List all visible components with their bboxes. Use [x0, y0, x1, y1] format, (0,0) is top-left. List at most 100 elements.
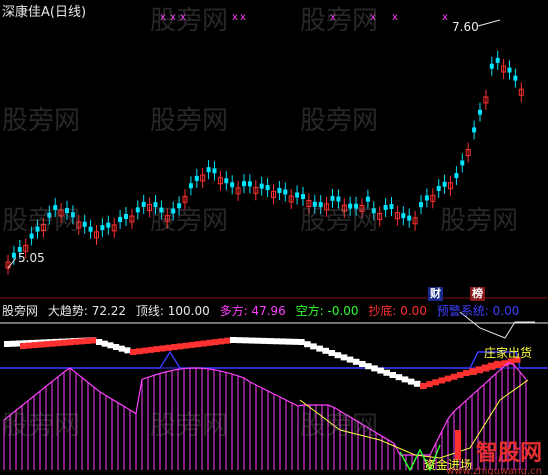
- trend-ribbon-red: [147, 346, 155, 353]
- candle-body-down: [277, 188, 282, 194]
- watermark-1: 股旁网: [2, 106, 81, 136]
- candle-body-down: [295, 192, 300, 198]
- bang-tag[interactable]: 榜: [470, 287, 485, 301]
- top-marker: x: [392, 12, 398, 23]
- trend-ribbon-white: [248, 337, 256, 344]
- stock-chart-window: { "title": "深康佳A(日线)", "price_high_label…: [0, 0, 548, 475]
- trend-ribbon-white: [285, 338, 293, 345]
- candle-body-down: [135, 207, 140, 213]
- candle-body-down: [141, 201, 146, 207]
- trend-ribbon-white: [371, 365, 378, 372]
- trend-ribbon-white: [328, 350, 336, 356]
- candle-body-down: [383, 204, 388, 210]
- trend-ribbon-red: [495, 362, 502, 368]
- trend-ribbon-white: [298, 339, 305, 345]
- trend-ribbon-white: [260, 337, 268, 344]
- watermark-10: 股旁网: [2, 411, 81, 441]
- candle-body-down: [301, 194, 305, 200]
- watermark-3: 股旁网: [300, 6, 379, 36]
- trend-ribbon-white: [310, 343, 317, 350]
- trend-ribbon-red: [444, 375, 452, 382]
- candle-body-down: [259, 183, 264, 189]
- candle-body-down: [442, 181, 447, 187]
- chart-canvas: xxxxxxxxx: [0, 12, 548, 472]
- candle-body-down: [124, 213, 128, 219]
- top-line-value: 顶线: 100.00: [135, 304, 210, 318]
- trend-ribbon-red: [171, 344, 178, 351]
- trend-ribbon-red: [182, 342, 190, 349]
- trend-ribbon-red: [60, 339, 68, 346]
- short-value: 空方: -0.00: [295, 304, 359, 318]
- trend-ribbon-white: [101, 340, 108, 347]
- trend-ribbon-red: [426, 381, 433, 388]
- candle-body-down: [212, 168, 217, 174]
- trend-ribbon-white: [340, 354, 348, 361]
- low-pointer-line: [7, 257, 17, 269]
- candle-body-down: [436, 185, 441, 191]
- top-marker: x: [442, 12, 448, 23]
- trend-ribbon-red: [194, 341, 202, 348]
- candle-body-down: [472, 127, 477, 133]
- trend-ribbon-white: [395, 374, 403, 381]
- price-low-label: 5.05: [18, 251, 45, 265]
- trend-ribbon-red: [20, 343, 27, 349]
- trend-ribbon-white: [383, 369, 390, 376]
- trend-ribbon-white: [334, 352, 342, 359]
- trend-ribbon-red: [141, 347, 149, 354]
- trend-ribbon-white: [401, 376, 409, 383]
- price-high-label: 7.60: [452, 20, 479, 34]
- watermark-5: 股旁网: [300, 106, 379, 136]
- watermark-4: 股旁网: [150, 106, 229, 136]
- trend-ribbon-red: [470, 369, 477, 375]
- candle-body-down: [265, 185, 270, 191]
- candle-body-down: [454, 173, 459, 179]
- trend-ribbon-red: [78, 338, 85, 345]
- trend-ribbon-white: [352, 358, 360, 365]
- trend-ribbon-red: [482, 365, 490, 372]
- trend-ribbon-red: [135, 348, 143, 355]
- candle-body-down: [188, 183, 193, 189]
- trend-ribbon-red: [165, 344, 172, 351]
- trend-ribbon-red: [90, 337, 97, 344]
- trend-ribbon-red: [72, 338, 79, 345]
- trend-ribbon-white: [113, 344, 120, 350]
- candle-body-down: [247, 181, 252, 187]
- site-logo: 智股网: [475, 441, 542, 466]
- candle-body-down: [460, 160, 465, 166]
- trend-ribbon-red: [43, 341, 50, 348]
- trend-ribbon-red: [31, 342, 39, 349]
- trend-ribbon-white: [413, 380, 421, 387]
- candle-body-down: [424, 195, 429, 201]
- trend-ribbon-white: [96, 339, 103, 345]
- indicator-prefix: 股旁网: [2, 304, 39, 318]
- watermark-6: 股旁网: [2, 206, 81, 236]
- trend-ribbon-white: [304, 341, 311, 348]
- candle-body-down: [513, 75, 518, 81]
- trend-ribbon-red: [66, 339, 74, 346]
- candle-body-down: [82, 221, 87, 227]
- trend-ribbon-red: [206, 339, 213, 346]
- trend-ribbon-red: [456, 371, 464, 378]
- trend-ribbon-white: [267, 338, 274, 345]
- cai-tag[interactable]: 财: [428, 287, 443, 301]
- candle-body-down: [389, 204, 394, 210]
- candle-body-down: [242, 181, 246, 187]
- trend-ribbon-white: [346, 356, 354, 363]
- trend-ribbon-white: [4, 341, 11, 347]
- trend-ribbon-white: [365, 363, 372, 370]
- trend-ribbon-red: [438, 377, 446, 384]
- trend-ribbon-red: [218, 338, 225, 345]
- trend-ribbon-white: [10, 340, 17, 347]
- trend-ribbon-red: [37, 341, 44, 348]
- candle-body-down: [194, 175, 199, 181]
- trend-ribbon-red: [432, 379, 439, 386]
- warning-value: 预警系统: 0.00: [436, 304, 520, 318]
- trend-ribbon-white: [389, 372, 397, 378]
- trend-ribbon-white: [316, 345, 323, 352]
- trend-ribbon-white: [107, 342, 114, 349]
- trend-ribbon-white: [279, 338, 287, 345]
- trend-ribbon-red: [420, 383, 427, 389]
- candle-body-down: [478, 109, 482, 115]
- candle-body-down: [11, 252, 16, 258]
- trend-ribbon-white: [236, 337, 243, 344]
